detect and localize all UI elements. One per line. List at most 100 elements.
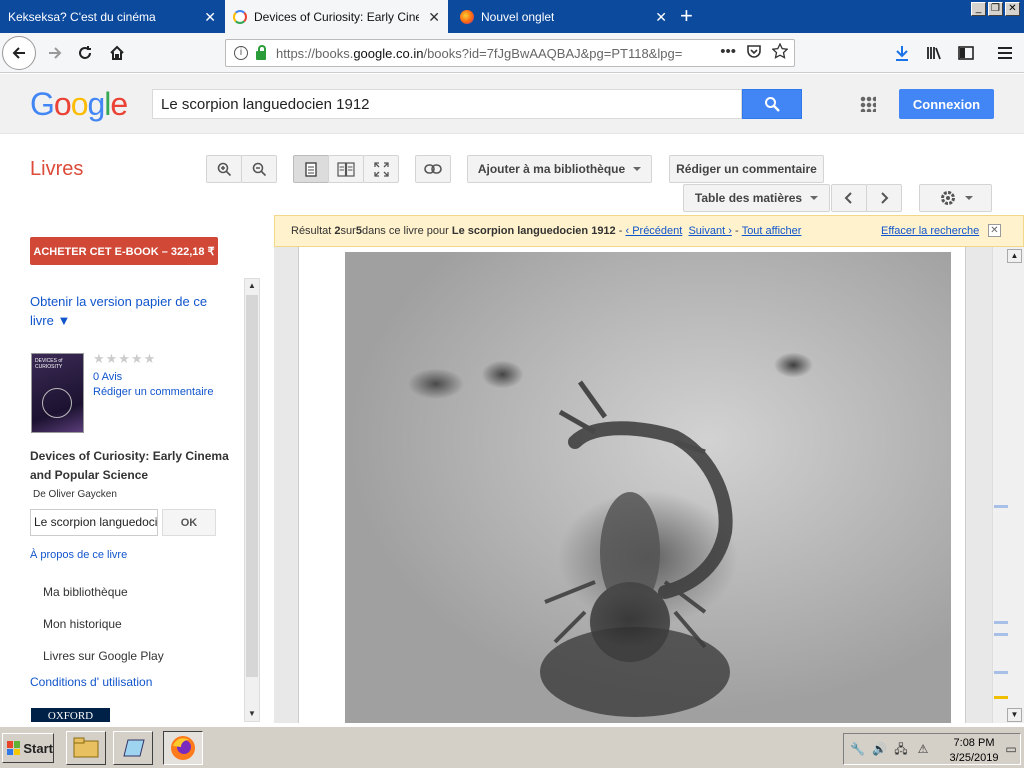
start-label: Start (23, 740, 53, 756)
firefox-favicon-icon (460, 9, 474, 24)
file-explorer-icon[interactable] (66, 731, 106, 765)
search-hit-marker[interactable] (994, 671, 1008, 674)
table-of-contents-button[interactable]: Table des matières (683, 184, 830, 212)
write-review-button[interactable]: Rédiger un commentaire (669, 155, 824, 183)
forward-button[interactable] (40, 38, 70, 68)
banner-text: sur (340, 225, 356, 237)
search-hit-marker[interactable] (994, 621, 1008, 624)
clock[interactable]: 7:08 PM 3/25/2019 (949, 736, 999, 766)
close-window-icon[interactable]: ✕ (1005, 2, 1020, 16)
single-page-view-button[interactable] (293, 155, 329, 183)
next-page-button[interactable] (866, 184, 902, 212)
publisher-logo[interactable]: OXFORD (31, 708, 110, 722)
search-in-book-input[interactable]: Le scorpion languedocien 1912 (30, 509, 158, 536)
notepad-icon[interactable] (113, 731, 153, 765)
address-bar[interactable]: i https://books.google.co.in/books?id=7f… (225, 39, 795, 67)
logo-letter: G (30, 86, 55, 122)
separator: - (734, 225, 739, 237)
menu-button[interactable] (990, 38, 1020, 68)
search-button[interactable] (742, 89, 802, 119)
reload-button[interactable] (70, 38, 100, 68)
hamburger-icon (998, 47, 1012, 59)
scroll-down-icon[interactable]: ▼ (245, 707, 259, 721)
terms-link[interactable]: Conditions d' utilisation (30, 675, 152, 689)
back-button[interactable] (2, 36, 36, 70)
apps-grid-icon[interactable] (860, 96, 876, 112)
tab-devices-of-curiosity[interactable]: Devices of Curiosity: Early Cinema ✕ (225, 0, 448, 33)
minimize-window-icon[interactable]: _ (971, 2, 986, 16)
previous-page-button[interactable] (831, 184, 867, 212)
sidebar-scrollbar[interactable]: ▲ ▼ (244, 278, 260, 722)
scroll-up-icon[interactable]: ▲ (1007, 249, 1022, 263)
search-icon (765, 97, 780, 112)
link-button[interactable] (415, 155, 451, 183)
books-section-title[interactable]: Livres (30, 158, 83, 181)
page-actions-icon[interactable]: ••• (720, 43, 736, 63)
reviews-count-link[interactable]: 0 Avis (93, 371, 122, 383)
zoom-out-button[interactable] (241, 155, 277, 183)
search-in-book-button[interactable]: OK (162, 509, 216, 536)
downloads-button[interactable] (887, 38, 917, 68)
restore-window-icon[interactable]: ❐ (988, 2, 1003, 16)
start-button[interactable]: Start (2, 733, 54, 763)
gear-icon (940, 191, 955, 205)
search-hit-marker[interactable] (994, 633, 1008, 636)
bookmark-star-icon[interactable] (771, 42, 789, 63)
two-page-view-button[interactable] (328, 155, 364, 183)
home-button[interactable] (102, 38, 132, 68)
book-page[interactable] (298, 247, 966, 723)
scroll-down-icon[interactable]: ▼ (1007, 708, 1022, 722)
sidebar-item-my-library[interactable]: Ma bibliothèque (43, 585, 128, 599)
close-tab-icon[interactable]: ✕ (428, 9, 440, 26)
about-book-link[interactable]: À propos de ce livre (30, 549, 127, 561)
system-tray: 🔧 🔊 🖧 ⚠ 7:08 PM 3/25/2019 ▭ (843, 733, 1021, 765)
sidebar-toggle-button[interactable] (951, 38, 981, 68)
lock-icon[interactable] (256, 44, 266, 60)
clear-search-link[interactable]: Effacer la recherche (881, 225, 979, 237)
search-hit-marker[interactable] (994, 505, 1008, 508)
new-tab-button[interactable]: + (680, 4, 693, 28)
url-text[interactable]: https://books.google.co.in/books?id=7fJg… (276, 46, 696, 61)
fullscreen-button[interactable] (363, 155, 399, 183)
link-icon (424, 164, 442, 174)
write-review-link[interactable]: Rédiger un commentaire (93, 386, 213, 398)
previous-result-link[interactable]: ‹ Précédent (625, 225, 682, 237)
scroll-up-icon[interactable]: ▲ (245, 279, 259, 293)
current-hit-marker[interactable] (994, 696, 1008, 699)
viewer-scrollbar[interactable]: ▲ ▼ (992, 247, 1024, 723)
buy-ebook-button[interactable]: ACHETER CET E-BOOK – 322,18 ₹ (30, 237, 218, 265)
close-tab-icon[interactable]: ✕ (655, 9, 667, 26)
tools-icon[interactable]: 🔧 (850, 742, 865, 756)
print-version-link[interactable]: Obtenir la version papier de ce livre ▼ (30, 292, 220, 330)
two-page-icon (337, 161, 355, 177)
single-page-icon (305, 161, 317, 177)
google-logo[interactable]: Google (30, 86, 128, 123)
settings-button[interactable] (919, 184, 992, 212)
close-banner-icon[interactable]: ✕ (988, 224, 1001, 237)
close-tab-icon[interactable]: ✕ (204, 9, 216, 26)
show-all-link[interactable]: Tout afficher (742, 225, 802, 237)
info-icon[interactable]: i (234, 46, 248, 60)
scrollbar-thumb[interactable] (246, 295, 258, 677)
show-desktop-icon[interactable]: ▭ (1004, 742, 1018, 756)
library-button[interactable] (919, 38, 949, 68)
volume-icon[interactable]: 🔊 (872, 742, 887, 756)
network-icon[interactable]: 🖧 (894, 742, 908, 756)
next-result-link[interactable]: Suivant › (688, 225, 731, 237)
fullscreen-icon (373, 161, 389, 177)
search-input[interactable]: Le scorpion languedocien 1912 (152, 89, 742, 119)
home-icon (110, 45, 124, 60)
firefox-taskbar-icon[interactable] (163, 731, 203, 765)
pocket-icon[interactable] (746, 43, 762, 63)
tab-nouvel-onglet[interactable]: Nouvel onglet ✕ (452, 0, 675, 33)
tab-kekseksa[interactable]: Kekseksa? C'est du cinéma ✕ (0, 0, 224, 33)
sidebar-item-google-play[interactable]: Livres sur Google Play (43, 649, 164, 663)
book-cover[interactable]: DEVICES of CURIOSITY (31, 353, 84, 433)
security-alert-icon[interactable]: ⚠ (916, 742, 930, 756)
sidebar-icon (958, 46, 974, 60)
book-viewer[interactable] (274, 247, 1024, 723)
signin-button[interactable]: Connexion (899, 89, 994, 119)
sidebar-item-history[interactable]: Mon historique (43, 617, 122, 631)
add-to-library-button[interactable]: Ajouter à ma bibliothèque (467, 155, 652, 183)
zoom-in-button[interactable] (206, 155, 242, 183)
